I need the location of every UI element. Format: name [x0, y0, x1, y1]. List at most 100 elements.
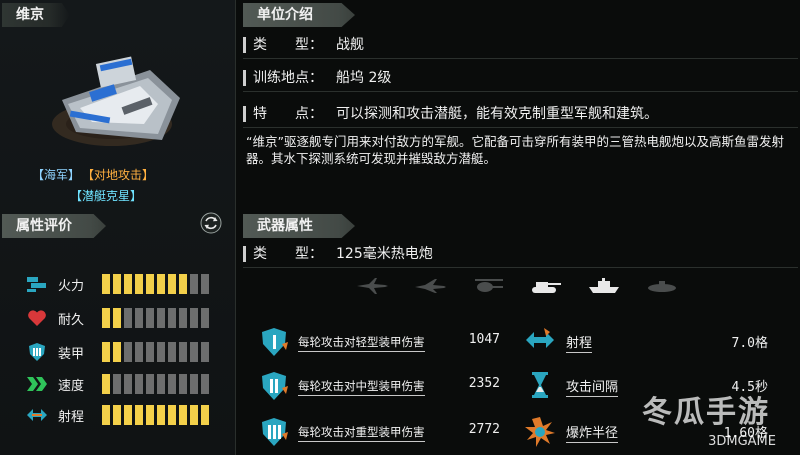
stat-label: 射程 — [58, 409, 85, 425]
tag-navy: 【海军】 — [32, 168, 81, 182]
stat-bar-segment — [179, 274, 187, 294]
intro-row-type: 类 型： 战舰 — [243, 31, 798, 59]
intro-value: 可以探测和攻击潜艇，能有效克制重型军舰和建筑。 — [336, 106, 658, 122]
intro-header: 单位介绍 — [243, 3, 355, 27]
watermark-site-text: 3DMGAME — [708, 434, 776, 449]
stat-bar-segment — [157, 405, 165, 425]
firepower-icon — [26, 274, 48, 294]
intro-value: 船坞 2级 — [336, 70, 392, 86]
damage-label: 每轮攻击对中型装甲伤害 — [298, 378, 425, 396]
tank-icon — [526, 274, 566, 298]
stat-bar-segment — [157, 342, 165, 362]
stat-bar-segment — [168, 374, 176, 394]
damage-medium-armor: 每轮攻击对中型装甲伤害 2352 — [258, 370, 500, 400]
stat-bar-range — [102, 405, 209, 425]
weapon-type-key: 类 型： — [253, 246, 323, 262]
stat-row-armor: 装甲 — [26, 342, 209, 362]
intro-key: 特 点： — [253, 106, 323, 122]
tag-ground-attack: 【对地攻击】 — [88, 168, 155, 182]
hourglass-icon — [524, 370, 556, 402]
stat-row-range: 射程 — [26, 405, 209, 425]
stat-bar-segment — [190, 405, 198, 425]
stat-bar-segment — [146, 308, 154, 328]
stat-bar-segment — [179, 374, 187, 394]
stat-bar-segment — [113, 308, 121, 328]
ship-icon — [584, 274, 624, 298]
stat-bar-segment — [102, 274, 110, 294]
prop-label: 射程 — [566, 332, 593, 353]
prop-label: 攻击间隔 — [566, 376, 619, 397]
bomber-plane-icon — [410, 274, 450, 298]
target-type-row — [352, 272, 692, 300]
unit-tags: 【海军】 【对地攻击】 — [32, 166, 154, 183]
armor-shield-icon — [26, 342, 48, 362]
stat-bar-segment — [157, 308, 165, 328]
damage-light-armor: 每轮攻击对轻型装甲伤害 1047 — [258, 326, 500, 356]
stat-bar-segment — [135, 405, 143, 425]
stat-row-durability: 耐久 — [26, 308, 209, 328]
refresh-icon[interactable] — [200, 212, 222, 234]
stat-bar-segment — [135, 374, 143, 394]
stat-bar-segment — [113, 405, 121, 425]
armor-rank-3-icon — [258, 416, 290, 448]
stat-bar-segment — [179, 342, 187, 362]
stat-bar-firepower — [102, 274, 209, 294]
watermark-logo-text: 冬瓜手游 — [642, 395, 770, 430]
stat-bar-segment — [179, 405, 187, 425]
stat-bar-segment — [146, 342, 154, 362]
intro-value: 战舰 — [336, 37, 364, 53]
armor-rank-1-icon — [258, 326, 290, 358]
damage-heavy-armor: 每轮攻击对重型装甲伤害 2772 — [258, 416, 500, 446]
stat-bar-armor — [102, 342, 209, 362]
weapon-type-value: 125毫米热电炮 — [336, 246, 433, 262]
stat-row-speed: 速度 — [26, 374, 209, 394]
stat-bar-segment — [113, 374, 121, 394]
stat-bar-segment — [190, 274, 198, 294]
damage-label: 每轮攻击对轻型装甲伤害 — [298, 334, 425, 352]
unit-name: 维京 — [2, 3, 70, 27]
damage-value: 2772 — [468, 422, 500, 437]
heart-icon — [26, 308, 48, 328]
stat-bar-segment — [201, 274, 209, 294]
stat-bar-durability — [102, 308, 209, 328]
stat-bar-segment — [146, 274, 154, 294]
stat-bar-segment — [113, 342, 121, 362]
stat-bar-speed — [102, 374, 209, 394]
stat-bar-segment — [102, 374, 110, 394]
stat-bar-segment — [201, 308, 209, 328]
stat-bar-segment — [124, 308, 132, 328]
helicopter-icon — [468, 274, 508, 298]
range-arrows-icon — [26, 405, 48, 425]
prop-label: 爆炸半径 — [566, 422, 619, 443]
explosion-icon — [524, 416, 556, 448]
stat-bar-segment — [102, 342, 110, 362]
stat-bar-segment — [190, 342, 198, 362]
intro-row-feature: 特 点： 可以探测和攻击潜艇，能有效克制重型军舰和建筑。 — [243, 100, 798, 128]
weapon-type-row: 类 型： 125毫米热电炮 — [243, 240, 798, 268]
damage-value: 1047 — [468, 332, 500, 347]
watermark: 冬瓜手游 3DMGAME — [620, 393, 790, 451]
weapon-header: 武器属性 — [243, 214, 355, 238]
damage-value: 2352 — [468, 376, 500, 391]
stat-bar-segment — [124, 374, 132, 394]
stat-bar-segment — [124, 342, 132, 362]
unit-panel: 维京 【海军】 【对地攻击】 【潜艇克星】 属性评价 火力 耐久 装甲 速度 射… — [0, 0, 236, 455]
stat-bar-segment — [190, 374, 198, 394]
stat-bar-segment — [190, 308, 198, 328]
stat-row-firepower: 火力 — [26, 274, 209, 294]
stat-bar-segment — [146, 374, 154, 394]
armor-rank-2-icon — [258, 370, 290, 402]
stat-bar-segment — [157, 374, 165, 394]
stat-bar-segment — [201, 342, 209, 362]
weapon-range: 射程 7.0格 — [524, 326, 768, 356]
speed-chevron-icon — [26, 374, 48, 394]
prop-value: 7.0格 — [731, 336, 768, 351]
stat-bar-segment — [157, 274, 165, 294]
attributes-header: 属性评价 — [2, 214, 106, 238]
stat-bar-segment — [201, 374, 209, 394]
stat-label: 装甲 — [58, 346, 85, 362]
intro-row-location: 训练地点： 船坞 2级 — [243, 64, 798, 92]
stat-bar-segment — [168, 405, 176, 425]
stat-bar-segment — [113, 274, 121, 294]
stat-bar-segment — [201, 405, 209, 425]
